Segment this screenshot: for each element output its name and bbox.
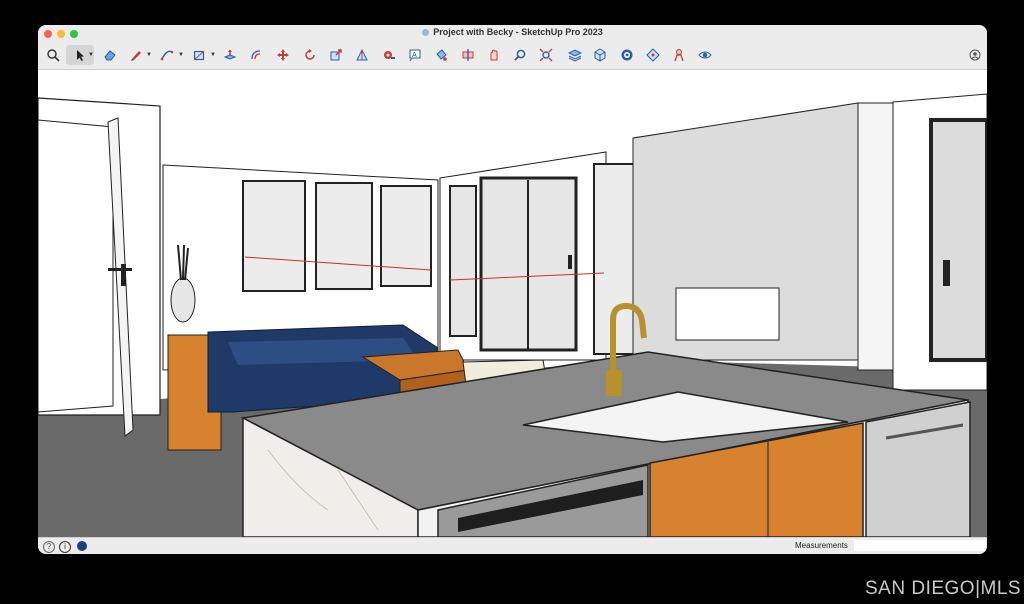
section-plane-tool-button[interactable]: [458, 45, 478, 65]
layers-icon: [568, 49, 582, 62]
search-tool-button[interactable]: [43, 45, 63, 65]
eye-icon: [698, 51, 712, 59]
materials-icon: [621, 49, 633, 61]
components-icon: [594, 48, 606, 62]
window-title-container: Project with Becky - SketchUp Pro 2023: [38, 27, 987, 37]
text-icon: A: [409, 49, 421, 62]
document-icon: [422, 29, 430, 37]
view-tool-button[interactable]: [695, 45, 715, 65]
offset-tool-button[interactable]: [246, 45, 266, 65]
rotate-tool-button[interactable]: [300, 45, 320, 65]
orbit-tool-button[interactable]: [484, 45, 504, 65]
push-pull-icon: [223, 49, 237, 60]
title-bar: Project with Becky - SketchUp Pro 2023: [38, 25, 987, 42]
pencil-icon: [131, 51, 141, 61]
scale-icon: [330, 49, 342, 61]
account-icon: [969, 49, 981, 61]
window-title: Project with Becky - SketchUp Pro 2023: [433, 27, 603, 37]
warehouse-tool-button[interactable]: [643, 45, 663, 65]
help-icon[interactable]: ?: [43, 541, 55, 553]
zoom-tool-button[interactable]: [510, 45, 530, 65]
tape-measure-icon: [384, 51, 395, 59]
components-tool-button[interactable]: [590, 45, 610, 65]
svg-text:A: A: [412, 51, 417, 59]
zoom-extents-tool-button[interactable]: [536, 45, 556, 65]
materials-tool-button[interactable]: [617, 45, 637, 65]
shapes-tool-button[interactable]: [189, 45, 209, 65]
warehouse-icon: [646, 48, 660, 62]
paint-bucket-icon: [436, 49, 447, 61]
select-dropdown-chevron-icon[interactable]: ▼: [88, 52, 94, 58]
line-dropdown-chevron-icon[interactable]: ▼: [146, 52, 152, 58]
push-pull-tool-button[interactable]: [220, 45, 240, 65]
measurements-label: Measurements: [795, 541, 848, 550]
tags-tool-button[interactable]: [565, 45, 585, 65]
rectangle-icon: [193, 50, 205, 61]
zoom-extents-icon: [539, 48, 553, 62]
rotate-icon: [305, 49, 315, 60]
zoom-icon: [514, 49, 526, 61]
user-status-icon[interactable]: [77, 541, 87, 551]
extension-icon: [674, 49, 684, 62]
arc-dropdown-chevron-icon[interactable]: ▼: [178, 52, 184, 58]
toolbar: ▼ ▼ ▼ ▼ A: [38, 42, 987, 70]
section-plane-icon: [462, 49, 474, 61]
arc-icon: [160, 50, 174, 61]
model-viewport[interactable]: [38, 70, 987, 537]
follow-me-tool-button[interactable]: [352, 45, 372, 65]
scale-tool-button[interactable]: [326, 45, 346, 65]
arc-tool-button[interactable]: [157, 45, 177, 65]
status-bar: ? i Measurements: [38, 537, 987, 554]
info-icon[interactable]: i: [59, 541, 71, 553]
eraser-icon: [104, 50, 116, 61]
line-tool-button[interactable]: [126, 45, 146, 65]
sketchup-window: Project with Becky - SketchUp Pro 2023 ▼…: [38, 25, 987, 554]
paint-bucket-tool-button[interactable]: [431, 45, 451, 65]
move-tool-button[interactable]: [273, 45, 293, 65]
measurements-input[interactable]: [854, 540, 986, 551]
account-button[interactable]: [965, 45, 985, 65]
follow-me-icon: [356, 48, 368, 61]
kitchen-3d-model-render: [38, 93, 987, 537]
shapes-dropdown-chevron-icon[interactable]: ▼: [210, 52, 216, 58]
mls-watermark: SAN DIEGO|MLS: [865, 578, 1022, 599]
offset-icon: [251, 50, 261, 60]
move-icon: [277, 49, 289, 61]
orbit-icon: [490, 49, 498, 61]
search-icon: [47, 49, 60, 62]
tape-measure-tool-button[interactable]: [379, 45, 399, 65]
eraser-tool-button[interactable]: [100, 45, 120, 65]
select-arrow-icon: [77, 50, 84, 61]
extension-tool-button[interactable]: [669, 45, 689, 65]
text-tool-button[interactable]: A: [405, 45, 425, 65]
